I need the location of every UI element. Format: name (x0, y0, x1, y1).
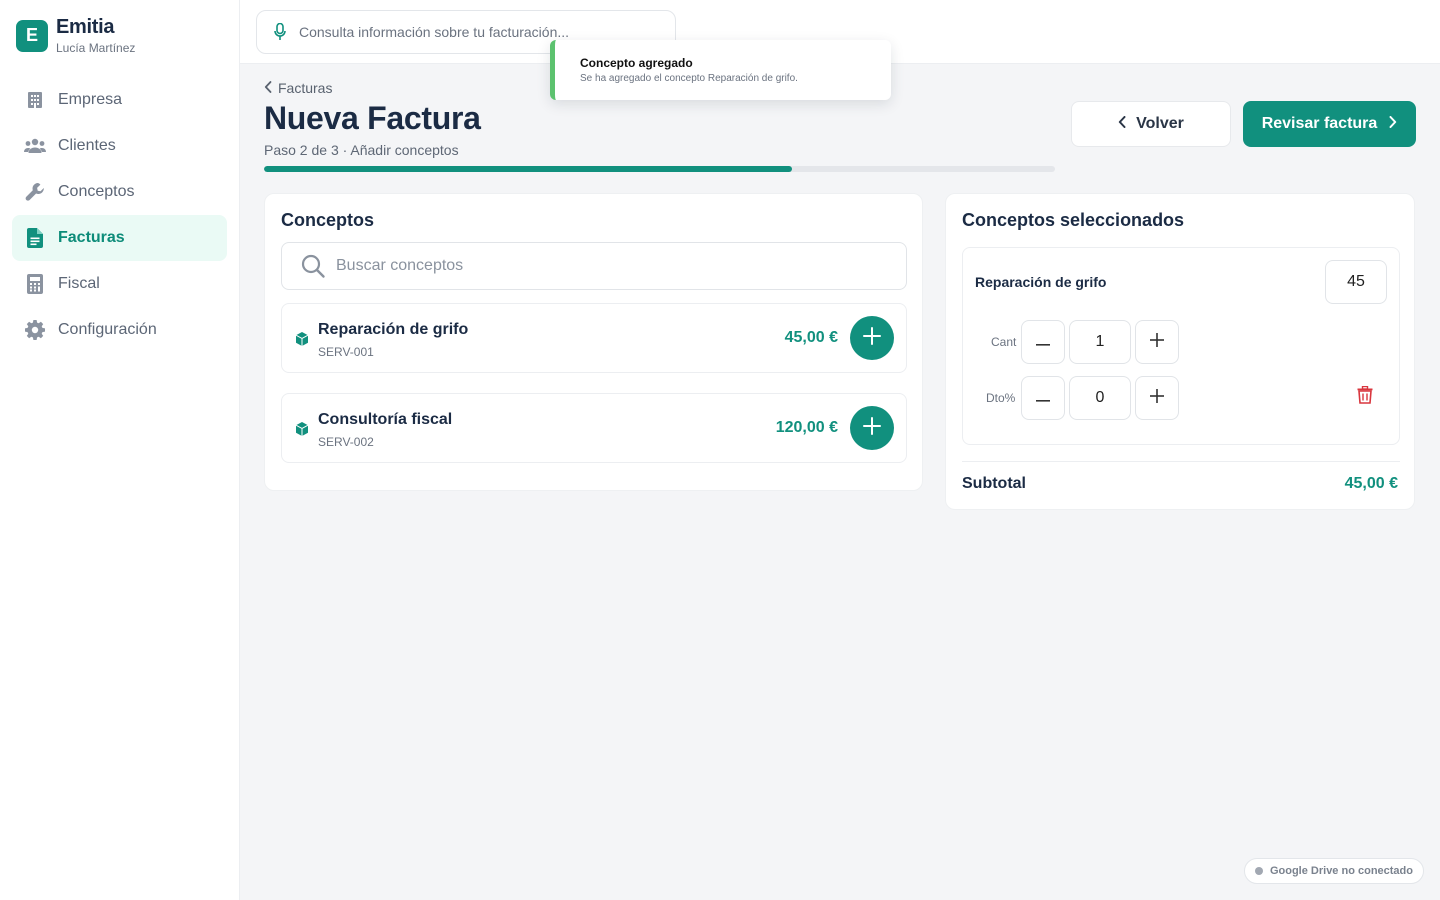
concept-code: SERV-001 (318, 345, 374, 359)
users-icon (24, 135, 46, 157)
plus-icon (863, 326, 881, 350)
add-concept-button[interactable] (850, 316, 894, 360)
concept-name: Consultoría fiscal (318, 411, 453, 428)
quantity-increment-button[interactable] (1135, 320, 1179, 364)
step-subtitle: Paso 2 de 3 · Añadir conceptos (264, 142, 459, 158)
concept-row: Reparación de grifo SERV-001 45,00 € (281, 303, 907, 373)
status-dot-icon (1254, 867, 1263, 875)
sidebar-item-label: Conceptos (58, 183, 135, 200)
plus-icon (863, 416, 881, 440)
chevron-right-icon (1389, 115, 1397, 133)
concept-price: 120,00 € (775, 419, 838, 436)
page-title: Nueva Factura (264, 100, 481, 136)
discount-increment-button[interactable] (1135, 376, 1179, 420)
review-button-label: Revisar factura (1261, 115, 1378, 132)
plus-icon (1150, 388, 1164, 408)
quantity-decrement-button[interactable] (1021, 320, 1065, 364)
step-progress-fill (264, 166, 792, 172)
document-icon (24, 227, 46, 249)
quantity-label: Cant (991, 335, 1017, 349)
breadcrumb-back-link[interactable]: Facturas (264, 80, 332, 96)
selected-concepts-card: Conceptos seleccionados Reparación de gr… (945, 193, 1415, 510)
sidebar-item-facturas[interactable]: Facturas (12, 215, 227, 261)
box-icon (294, 331, 310, 347)
concept-price: 45,00 € (784, 329, 838, 346)
sidebar-item-label: Facturas (58, 229, 125, 246)
search-icon (300, 253, 326, 279)
back-button[interactable]: Volver (1071, 101, 1231, 147)
sidebar-item-empresa[interactable]: Empresa (12, 77, 227, 123)
chevron-left-icon (1118, 115, 1126, 133)
discount-decrement-button[interactable] (1021, 376, 1065, 420)
trash-icon[interactable] (1357, 385, 1377, 406)
calculator-icon (24, 273, 46, 295)
building-icon (24, 89, 46, 111)
selected-concept-item: Reparación de grifo 45 Cant 1 Dto% 0 (962, 247, 1400, 445)
subtotal-value: 45,00 € (1344, 475, 1398, 492)
sidebar-item-conceptos[interactable]: Conceptos (12, 169, 227, 215)
brand: E Emitia Lucía Martínez (16, 16, 135, 55)
sidebar-nav: Empresa Clientes Conceptos Facturas Fisc… (12, 77, 227, 353)
review-invoice-button[interactable]: Revisar factura (1243, 101, 1416, 147)
toast-title: Concepto agregado (580, 56, 693, 70)
concept-name: Reparación de grifo (318, 321, 469, 338)
sidebar-item-configuracion[interactable]: Configuración (12, 307, 227, 353)
discount-input[interactable]: 0 (1069, 376, 1131, 420)
selected-concepts-title: Conceptos seleccionados (962, 210, 1185, 230)
brand-logo: E (16, 19, 48, 52)
sidebar: E Emitia Lucía Martínez Empresa Clientes… (0, 0, 240, 900)
sidebar-item-label: Fiscal (58, 275, 100, 292)
drive-status-text: Google Drive no conectado (1269, 865, 1413, 877)
chevron-left-icon (264, 80, 272, 96)
sidebar-item-clientes[interactable]: Clientes (12, 123, 227, 169)
concept-code: SERV-002 (318, 435, 374, 449)
subtotal-label: Subtotal (962, 475, 1026, 492)
concept-row: Consultoría fiscal SERV-002 120,00 € (281, 393, 907, 463)
unit-price-input[interactable]: 45 (1325, 260, 1387, 304)
sidebar-item-label: Configuración (58, 321, 157, 338)
step-progress-bar (264, 166, 1055, 172)
concepts-card: Conceptos Reparación de grifo SERV-001 4… (264, 193, 923, 491)
plus-icon (1150, 332, 1164, 352)
quantity-input[interactable]: 1 (1069, 320, 1131, 364)
gear-icon (24, 319, 46, 341)
selected-concept-name: Reparación de grifo (975, 274, 1107, 290)
user-name: Lucía Martínez (56, 41, 136, 55)
breadcrumb-label: Facturas (278, 80, 333, 96)
add-concept-button[interactable] (850, 406, 894, 450)
divider (962, 461, 1400, 462)
sidebar-item-fiscal[interactable]: Fiscal (12, 261, 227, 307)
sidebar-item-label: Clientes (58, 137, 116, 154)
back-button-label: Volver (1136, 115, 1184, 132)
google-drive-status-badge[interactable]: Google Drive no conectado (1243, 858, 1424, 884)
app-name: Emitia (56, 16, 115, 38)
minus-icon (1036, 389, 1050, 407)
toast-notification: Concepto agregado Se ha agregado el conc… (550, 40, 891, 100)
brand-text: Emitia Lucía Martínez (56, 16, 135, 55)
box-icon (294, 421, 310, 437)
microphone-icon[interactable] (271, 23, 289, 41)
concepts-title: Conceptos (281, 210, 375, 230)
ask-placeholder: Consulta información sobre tu facturació… (299, 24, 570, 40)
discount-label: Dto% (986, 391, 1016, 405)
sidebar-item-label: Empresa (58, 91, 123, 108)
toast-body: Se ha agregado el concepto Reparación de… (580, 73, 798, 84)
concept-search-input[interactable] (336, 257, 856, 275)
concept-search-box[interactable] (281, 242, 907, 290)
wrench-icon (24, 181, 46, 203)
minus-icon (1036, 333, 1050, 351)
